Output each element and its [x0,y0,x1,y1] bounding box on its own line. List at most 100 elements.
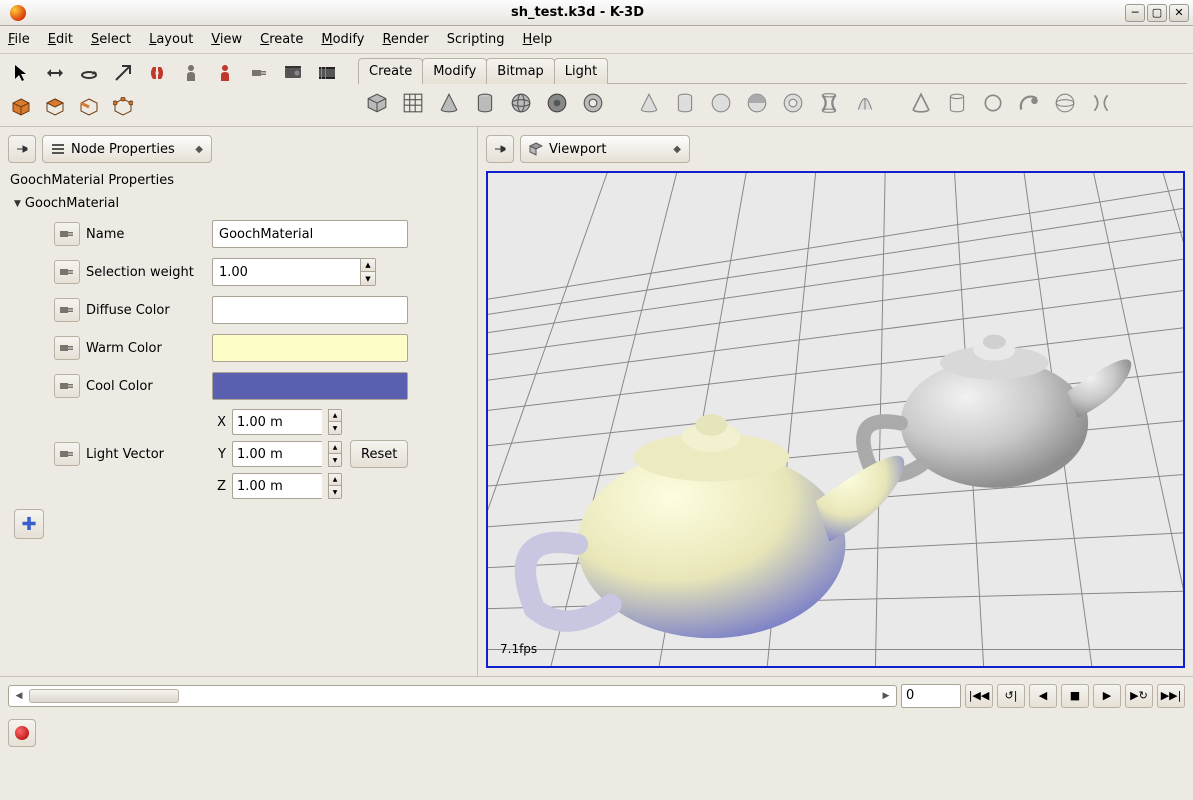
curve-circle[interactable] [978,88,1008,118]
move-tool[interactable] [40,58,70,88]
viewport-3d[interactable]: 7.1fps [486,171,1185,668]
snap-tool[interactable] [142,58,172,88]
tab-light[interactable]: Light [554,58,608,84]
nurbs-paraboloid[interactable] [850,88,880,118]
scroll-left-icon[interactable]: ◀ [11,691,27,701]
menu-render[interactable]: Render [382,32,428,47]
nurbs-hyperboloid[interactable] [814,88,844,118]
nurbs-cone[interactable] [634,88,664,118]
add-property-button[interactable]: ✚ [14,509,44,539]
curve-sphere[interactable] [1050,88,1080,118]
curve-cylinder[interactable] [942,88,972,118]
vec-z-down[interactable]: ▼ [329,486,341,498]
menu-file[interactable]: File [8,32,30,47]
nurbs-cylinder[interactable] [670,88,700,118]
menu-view[interactable]: View [211,32,242,47]
vec-y-down[interactable]: ▼ [329,454,341,466]
pin-panel-button[interactable] [8,135,36,163]
tab-bitmap[interactable]: Bitmap [486,58,555,84]
tab-modify[interactable]: Modify [422,58,487,84]
vec-y-label: Y [212,447,226,462]
rewind-start-button[interactable]: |◀◀ [965,684,993,708]
close-window-button[interactable]: ✕ [1169,4,1189,22]
vec-y-up[interactable]: ▲ [329,442,341,454]
curve-cone[interactable] [906,88,936,118]
menu-edit[interactable]: Edit [48,32,73,47]
step-back-button[interactable]: ◀ [1029,684,1057,708]
rotate-tool[interactable] [74,58,104,88]
vec-z-input[interactable] [232,473,322,499]
selweight-input[interactable] [212,258,360,286]
menu-select[interactable]: Select [91,32,131,47]
vec-x-down[interactable]: ▼ [329,422,341,434]
name-connection-button[interactable] [54,222,80,246]
property-group-toggle[interactable]: ▼ GoochMaterial [14,196,469,211]
prim-grid[interactable] [398,88,428,118]
play-button[interactable]: ▶ [1093,684,1121,708]
viewport-type-selector[interactable]: Viewport ◆ [520,135,690,163]
nurbs-sphere[interactable] [706,88,736,118]
create-tab-strip: Create Modify Bitmap Light [358,58,1187,84]
prim-cylinder[interactable] [470,88,500,118]
select-tool[interactable] [6,58,36,88]
render-frame-tool[interactable] [278,58,308,88]
stop-button[interactable]: ■ [1061,684,1089,708]
app-icon [10,5,26,21]
warm-connection-button[interactable] [54,336,80,360]
selweight-label: Selection weight [86,265,206,280]
tab-create[interactable]: Create [358,58,423,84]
chevron-down-icon: ▼ [14,199,21,209]
cool-connection-button[interactable] [54,374,80,398]
vec-x-up[interactable]: ▲ [329,410,341,422]
selweight-down[interactable]: ▼ [361,272,375,285]
forward-end-button[interactable]: ▶▶| [1157,684,1185,708]
reset-button[interactable]: Reset [350,440,408,468]
timeline-thumb[interactable] [29,689,179,703]
menu-help[interactable]: Help [523,32,553,47]
selweight-up[interactable]: ▲ [361,259,375,272]
parent-tool[interactable] [176,58,206,88]
selweight-connection-button[interactable] [54,260,80,284]
diffuse-connection-button[interactable] [54,298,80,322]
maximize-button[interactable]: ▢ [1147,4,1167,22]
curve-hyperboloid[interactable] [1086,88,1116,118]
cool-color-swatch[interactable] [212,372,408,400]
plug-tool[interactable] [244,58,274,88]
nurbs-hemisphere[interactable] [742,88,772,118]
menu-bar: File Edit Select Layout View Create Modi… [0,26,1193,54]
prim-cube[interactable] [362,88,392,118]
nurbs-torus[interactable] [778,88,808,118]
render-anim-tool[interactable] [312,58,342,88]
prim-disk[interactable] [542,88,572,118]
select-vertex-mode[interactable] [108,92,138,122]
menu-modify[interactable]: Modify [321,32,364,47]
select-edge-mode[interactable] [74,92,104,122]
select-face-mode[interactable] [40,92,70,122]
unparent-tool[interactable] [210,58,240,88]
pin-viewport-button[interactable] [486,135,514,163]
name-input[interactable] [212,220,408,248]
loop-back-button[interactable]: ↺| [997,684,1025,708]
select-object-mode[interactable] [6,92,36,122]
record-button[interactable] [8,719,36,747]
menu-scripting[interactable]: Scripting [447,32,505,47]
scroll-right-icon[interactable]: ▶ [878,691,894,701]
prim-sphere[interactable] [506,88,536,118]
vec-x-input[interactable] [232,409,322,435]
diffuse-color-swatch[interactable] [212,296,408,324]
frame-number-input[interactable] [901,684,961,708]
prim-cone[interactable] [434,88,464,118]
panel-type-selector[interactable]: Node Properties ◆ [42,135,212,163]
warm-color-swatch[interactable] [212,334,408,362]
minimize-button[interactable]: ─ [1125,4,1145,22]
menu-layout[interactable]: Layout [149,32,193,47]
vec-y-input[interactable] [232,441,322,467]
scale-tool[interactable] [108,58,138,88]
timeline-scrollbar[interactable]: ◀ ▶ [8,685,897,707]
curve-arc[interactable] [1014,88,1044,118]
loop-forward-button[interactable]: ▶↻ [1125,684,1153,708]
menu-create[interactable]: Create [260,32,303,47]
vec-z-up[interactable]: ▲ [329,474,341,486]
prim-torus[interactable] [578,88,608,118]
lightvec-connection-button[interactable] [54,442,80,466]
